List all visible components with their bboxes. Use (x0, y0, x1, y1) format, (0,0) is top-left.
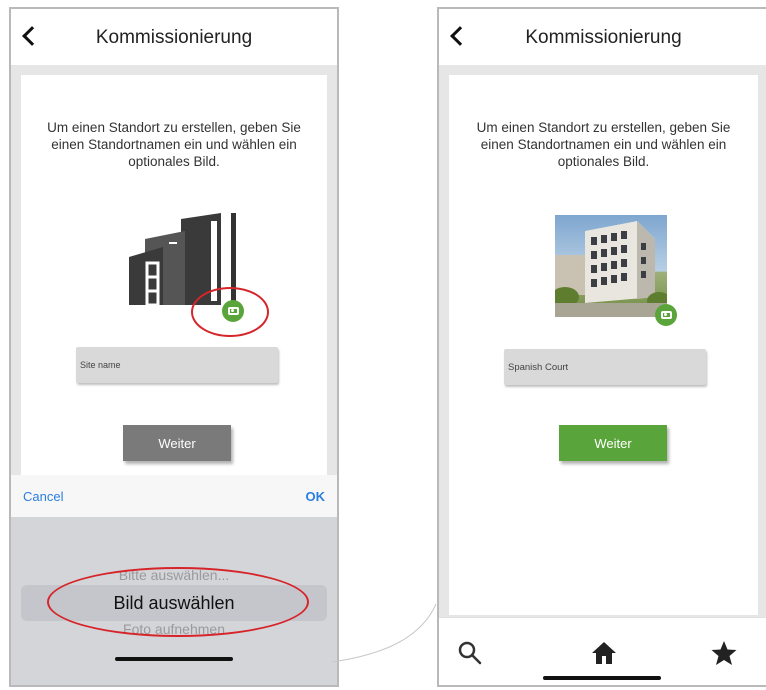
star-icon[interactable] (711, 640, 737, 666)
back-chevron-icon[interactable] (22, 26, 42, 46)
home-indicator (543, 676, 661, 680)
intro-text: Um einen Standort zu erstellen, geben Si… (476, 120, 731, 169)
highlight-circle-camera (191, 287, 269, 337)
cancel-button[interactable]: Cancel (23, 489, 63, 504)
building-photo-image (555, 221, 667, 317)
ok-button[interactable]: OK (306, 489, 326, 504)
picker-wheel[interactable]: Bitte auswählen... Bild auswählen Foto a… (11, 517, 337, 685)
home-indicator (115, 657, 233, 661)
highlight-circle-picker (47, 567, 309, 637)
content-card: Um einen Standort zu erstellen, geben Si… (21, 75, 327, 495)
continue-button[interactable]: Weiter (559, 425, 667, 461)
camera-button[interactable] (655, 304, 677, 326)
right-screen: Kommissionierung Um einen Standort zu er… (437, 7, 766, 687)
back-chevron-icon[interactable] (450, 26, 470, 46)
picker-toolbar: Cancel OK (11, 475, 337, 517)
navbar: Kommissionierung (11, 9, 337, 65)
navbar: Kommissionierung (439, 9, 766, 65)
page-title: Kommissionierung (95, 27, 253, 48)
continue-button[interactable]: Weiter (123, 425, 231, 461)
site-name-input[interactable]: Spanish Court (504, 349, 706, 385)
camera-icon (660, 311, 672, 319)
site-photo (555, 215, 667, 317)
left-screen: Kommissionierung Um einen Standort zu er… (9, 7, 339, 687)
connector-line (331, 603, 437, 663)
tab-bar (439, 617, 766, 685)
content-card: Um einen Standort zu erstellen, geben Si… (449, 75, 758, 615)
home-icon[interactable] (591, 640, 617, 666)
intro-text: Um einen Standort zu erstellen, geben Si… (47, 120, 301, 169)
page-title: Kommissionierung (525, 27, 682, 48)
search-icon[interactable] (457, 640, 483, 666)
site-name-input[interactable]: Site name (76, 347, 278, 383)
